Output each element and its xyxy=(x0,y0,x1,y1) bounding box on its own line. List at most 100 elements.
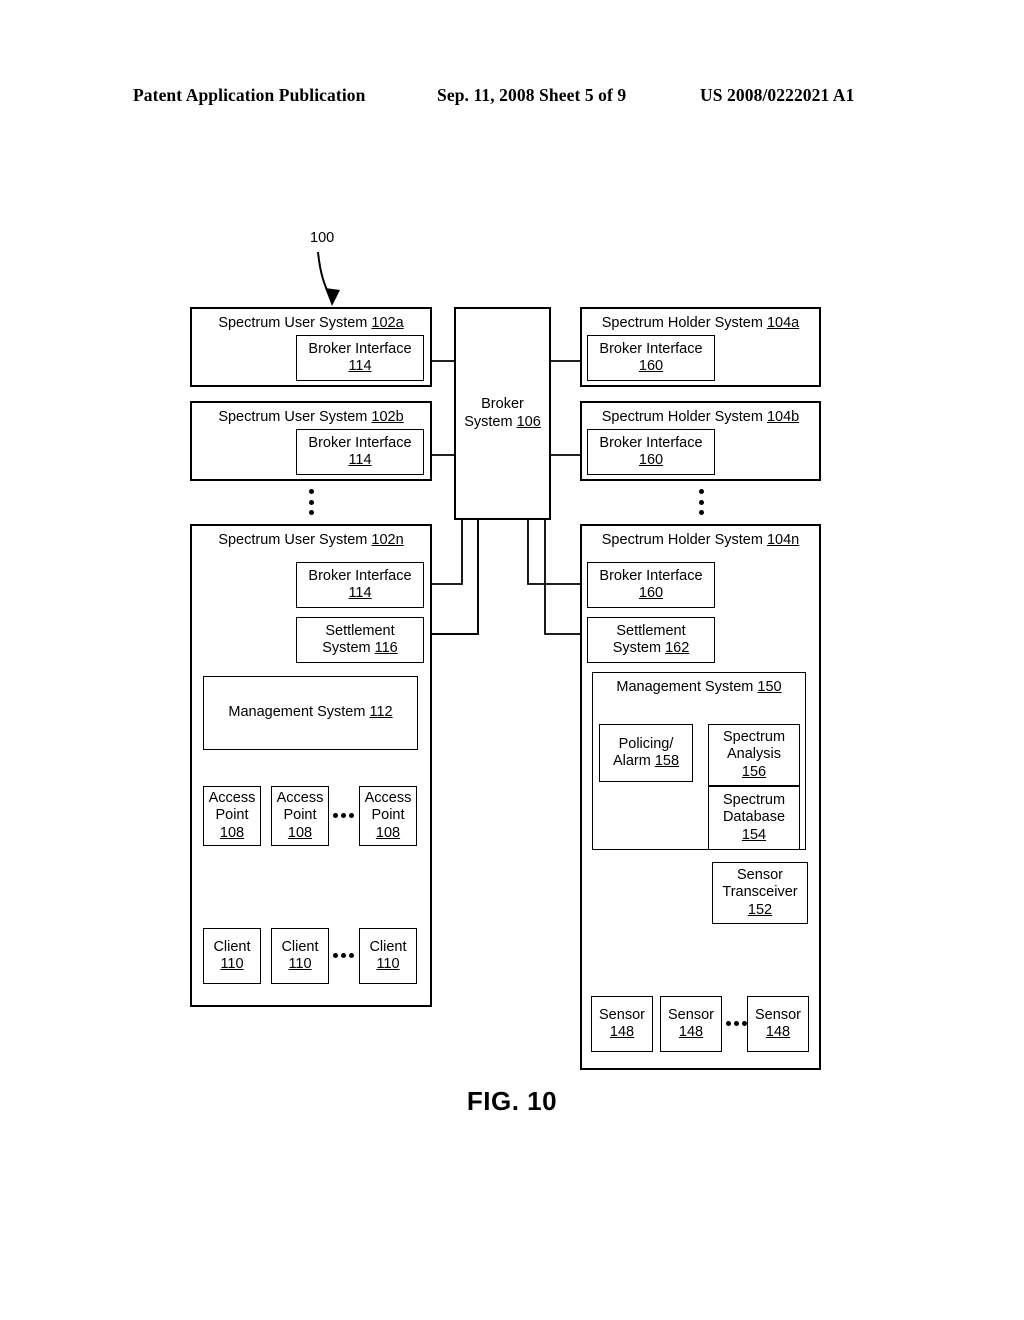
ref-number: 102n xyxy=(371,532,404,548)
dot xyxy=(742,1021,747,1026)
client-110-1: Client 110 xyxy=(203,928,261,984)
dot xyxy=(333,813,338,818)
client-title: Client xyxy=(369,938,407,955)
ref-number: 156 xyxy=(741,763,767,780)
access-point-line1: Access xyxy=(364,790,412,807)
policing-alarm-158: Policing/ Alarm 158 xyxy=(599,724,693,782)
ref-number: 110 xyxy=(288,956,312,972)
dot xyxy=(349,813,354,818)
ref-number: 110 xyxy=(220,956,244,972)
broker-system-106: Broker System 106 xyxy=(454,307,551,520)
broker-interface-160-a: Broker Interface 160 xyxy=(587,335,715,381)
spectrum-holder-system-104b-title: Spectrum Holder System 104b xyxy=(602,409,799,426)
label-text: Spectrum User System xyxy=(218,315,368,331)
access-point-line1: Access xyxy=(208,790,256,807)
dot xyxy=(726,1021,731,1026)
ref-number: 102b xyxy=(371,409,404,425)
settlement-line2: System 116 xyxy=(322,640,398,657)
ref-number: 106 xyxy=(516,413,541,430)
client-title: Client xyxy=(213,938,251,955)
settlement-system-116: Settlement System 116 xyxy=(296,617,424,663)
settlement-line2: System 162 xyxy=(613,640,690,657)
dot xyxy=(341,953,346,958)
ref-number: 112 xyxy=(369,704,393,721)
dot xyxy=(734,1021,739,1026)
dot xyxy=(349,953,354,958)
spectrum-user-system-102b-title: Spectrum User System 102b xyxy=(218,409,403,426)
client-110-3: Client 110 xyxy=(359,928,417,984)
dot xyxy=(333,953,338,958)
management-system-112: Management System 112 xyxy=(203,676,418,750)
spectrum-database-line1: Spectrum xyxy=(722,792,786,809)
spectrum-holder-system-104a-title: Spectrum Holder System 104a xyxy=(602,315,799,332)
management-system-150-title: Management System 150 xyxy=(616,679,781,696)
broker-interface-114-n: Broker Interface 114 xyxy=(296,562,424,608)
settlement-line1: Settlement xyxy=(325,622,395,639)
label-text: System xyxy=(612,640,662,656)
client-title: Client xyxy=(281,938,319,955)
access-point-line2: Point xyxy=(371,807,405,824)
ref-number: 104a xyxy=(766,315,800,331)
access-point-108-2: Access Point 108 xyxy=(271,786,329,846)
label-text: Spectrum Holder System xyxy=(601,315,763,331)
ref-number: 108 xyxy=(287,824,313,841)
ref-number: 104n xyxy=(766,532,800,548)
user-systems-ellipsis xyxy=(306,489,316,515)
broker-interface-title: Broker Interface xyxy=(308,567,412,584)
ref-number: 162 xyxy=(665,640,690,656)
sensors-ellipsis xyxy=(726,1021,747,1026)
broker-interface-title: Broker Interface xyxy=(599,434,703,451)
label-text: Spectrum Holder System xyxy=(601,532,763,548)
broker-interface-title: Broker Interface xyxy=(599,340,703,357)
connector-wires xyxy=(219,251,782,988)
spectrum-analysis-156: Spectrum Analysis 156 xyxy=(708,724,800,786)
sensor-transceiver-line2: Transceiver xyxy=(722,884,798,901)
clients-ellipsis xyxy=(333,953,354,958)
label-text: Spectrum Holder System xyxy=(601,409,763,425)
label-text: Management System xyxy=(616,679,754,695)
access-point-line2: Point xyxy=(283,807,317,824)
spectrum-analysis-line2: Analysis xyxy=(727,746,781,763)
sensor-transceiver-152: Sensor Transceiver 152 xyxy=(712,862,808,924)
sensor-title: Sensor xyxy=(599,1006,645,1023)
spectrum-user-system-102a-title: Spectrum User System 102a xyxy=(218,315,403,332)
ref-number: 148 xyxy=(765,1024,791,1040)
client-110-2: Client 110 xyxy=(271,928,329,984)
ref-number: 148 xyxy=(678,1024,704,1040)
settlement-line1: Settlement xyxy=(616,622,686,639)
spectrum-holder-system-104n-title: Spectrum Holder System 104n xyxy=(602,532,799,549)
ref-number: 116 xyxy=(374,640,398,656)
ref-number: 154 xyxy=(741,826,767,843)
holder-systems-ellipsis xyxy=(696,489,706,515)
ref-number: 160 xyxy=(638,358,664,374)
access-point-line2: Point xyxy=(215,807,249,824)
ref-number: 152 xyxy=(747,901,773,918)
ref-number: 158 xyxy=(654,753,680,769)
label-text: Alarm xyxy=(612,753,651,769)
figure-reference-100: 100 xyxy=(310,230,335,246)
sensor-title: Sensor xyxy=(755,1006,801,1023)
access-point-line1: Access xyxy=(276,790,324,807)
access-point-108-1: Access Point 108 xyxy=(203,786,261,846)
sensor-transceiver-line1: Sensor xyxy=(737,867,783,884)
broker-system-line2: System 106 xyxy=(464,414,541,431)
ref-number: 148 xyxy=(609,1024,635,1040)
sensor-title: Sensor xyxy=(668,1006,714,1023)
policing-alarm-line2: Alarm 158 xyxy=(613,753,679,770)
dot xyxy=(308,510,314,515)
access-points-ellipsis xyxy=(333,813,354,818)
spectrum-user-system-102n-title: Spectrum User System 102n xyxy=(218,532,403,549)
label-text: Spectrum User System xyxy=(218,532,368,548)
ref-number: 102a xyxy=(371,315,404,331)
access-point-108-3: Access Point 108 xyxy=(359,786,417,846)
spectrum-database-154: Spectrum Database 154 xyxy=(708,786,800,850)
dot xyxy=(308,499,314,505)
ref-number: 114 xyxy=(348,452,372,468)
sensor-148-2: Sensor 148 xyxy=(660,996,722,1052)
broker-interface-160-n: Broker Interface 160 xyxy=(587,562,715,608)
ref-number: 108 xyxy=(219,824,245,841)
broker-interface-title: Broker Interface xyxy=(308,340,412,357)
ref-number: 114 xyxy=(348,585,372,601)
broker-interface-160-b: Broker Interface 160 xyxy=(587,429,715,475)
settlement-system-162: Settlement System 162 xyxy=(587,617,715,663)
